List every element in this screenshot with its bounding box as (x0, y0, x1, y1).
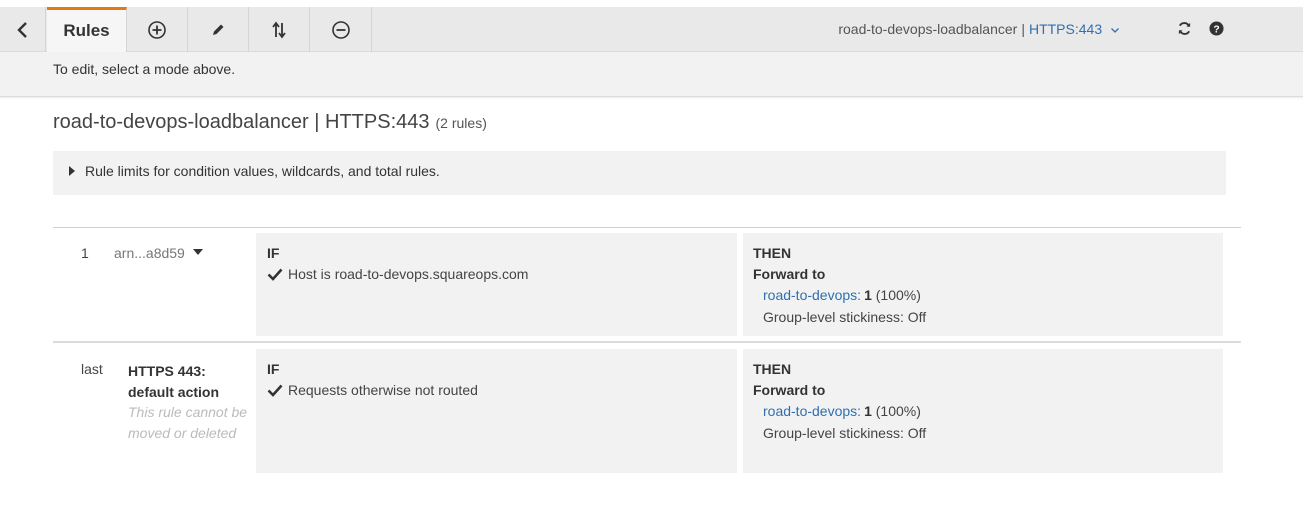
listener-port: HTTPS:443 (1028, 21, 1103, 37)
rule-arn: arn...a8d59 (114, 245, 185, 261)
edit-rules-tab[interactable] (188, 7, 249, 52)
target-group-line: road-to-devops: 1 (100%) (753, 287, 1213, 303)
svg-text:?: ? (1213, 24, 1219, 35)
mode-hint-bar: To edit, select a mode above. (0, 52, 1303, 97)
add-rule-tab[interactable] (127, 7, 188, 52)
action-type: Forward to (753, 382, 826, 398)
rule-row: 1 arn...a8d59 IF Host is road-to-devops.… (53, 228, 1241, 343)
check-icon (267, 267, 283, 281)
stickiness: Group-level stickiness: Off (763, 309, 927, 325)
tab-rules[interactable]: Rules (47, 7, 127, 53)
listener-selector[interactable]: road-to-devops-loadbalancer | HTTPS:443 (760, 21, 1120, 37)
reorder-rules-tab[interactable] (249, 7, 310, 52)
refresh-button[interactable] (1175, 19, 1193, 37)
target-group-link[interactable]: road-to-devops: (763, 287, 861, 303)
target-weight-pct: (100%) (875, 287, 921, 303)
if-label: IF (267, 361, 280, 377)
if-label: IF (267, 245, 280, 261)
action-type: Forward to (753, 266, 826, 282)
rule-actions: THEN Forward to road-to-devops: 1 (100%) … (743, 233, 1223, 336)
target-group-link[interactable]: road-to-devops: (763, 403, 861, 419)
rule-number: 1 (81, 245, 89, 261)
delete-rules-tab[interactable] (310, 7, 372, 52)
condition-text: Requests otherwise not routed (288, 382, 478, 398)
check-icon (267, 383, 283, 397)
edit-icon (213, 24, 224, 35)
target-group-line: road-to-devops: 1 (100%) (753, 403, 1213, 419)
page-title: road-to-devops-loadbalancer | HTTPS:443 (… (53, 111, 487, 134)
listener-separator: | (1021, 21, 1025, 37)
rule-count: (2 rules) (435, 115, 487, 131)
back-arrow-icon (16, 21, 27, 38)
add-icon (148, 20, 166, 39)
rule-conditions: IF Requests otherwise not routed (256, 349, 737, 473)
target-weight: 1 (864, 287, 872, 303)
rule-note: This rule cannot be moved or deleted (128, 404, 248, 441)
condition: Requests otherwise not routed (267, 382, 726, 398)
stickiness: Group-level stickiness: Off (763, 425, 927, 441)
condition-prefix: Host is (288, 266, 331, 282)
help-button[interactable]: ? (1207, 19, 1225, 37)
caret-down-icon (192, 249, 203, 256)
listener-name: road-to-devops-loadbalancer (838, 21, 1018, 37)
refresh-icon (1178, 21, 1190, 35)
rule-name: HTTPS 443: default action (128, 363, 220, 400)
mode-hint: To edit, select a mode above. (53, 61, 236, 77)
rule-actions: THEN Forward to road-to-devops: 1 (100%) … (743, 349, 1223, 473)
rule-arn-dropdown[interactable]: arn...a8d59 (114, 245, 203, 261)
help-icon: ? (1208, 20, 1224, 36)
condition: Host is road-to-devops.squareops.com (267, 266, 726, 282)
listener-title: road-to-devops-loadbalancer | HTTPS:443 (53, 111, 430, 133)
then-label: THEN (753, 361, 792, 377)
rule-conditions: IF Host is road-to-devops.squareops.com (256, 233, 737, 336)
back-button[interactable] (0, 7, 46, 52)
rule-limits-expander[interactable]: Rule limits for condition values, wildca… (53, 151, 1226, 195)
rule-limits-label: Rule limits for condition values, wildca… (85, 163, 440, 179)
target-weight-pct: (100%) (875, 403, 921, 419)
rule-row: last HTTPS 443: default action This rule… (53, 344, 1241, 474)
reorder-icon (272, 21, 286, 38)
target-weight: 1 (864, 403, 872, 419)
rule-number: last (81, 361, 103, 377)
caret-right-icon (69, 166, 75, 176)
condition-value: road-to-devops.squareops.com (334, 266, 529, 282)
then-label: THEN (753, 245, 792, 261)
chevron-down-icon (1111, 28, 1119, 33)
delete-icon (331, 20, 350, 39)
rules-toolbar: Rules road-to-devops-loadbalancer | HTTPS:… (0, 7, 1303, 53)
